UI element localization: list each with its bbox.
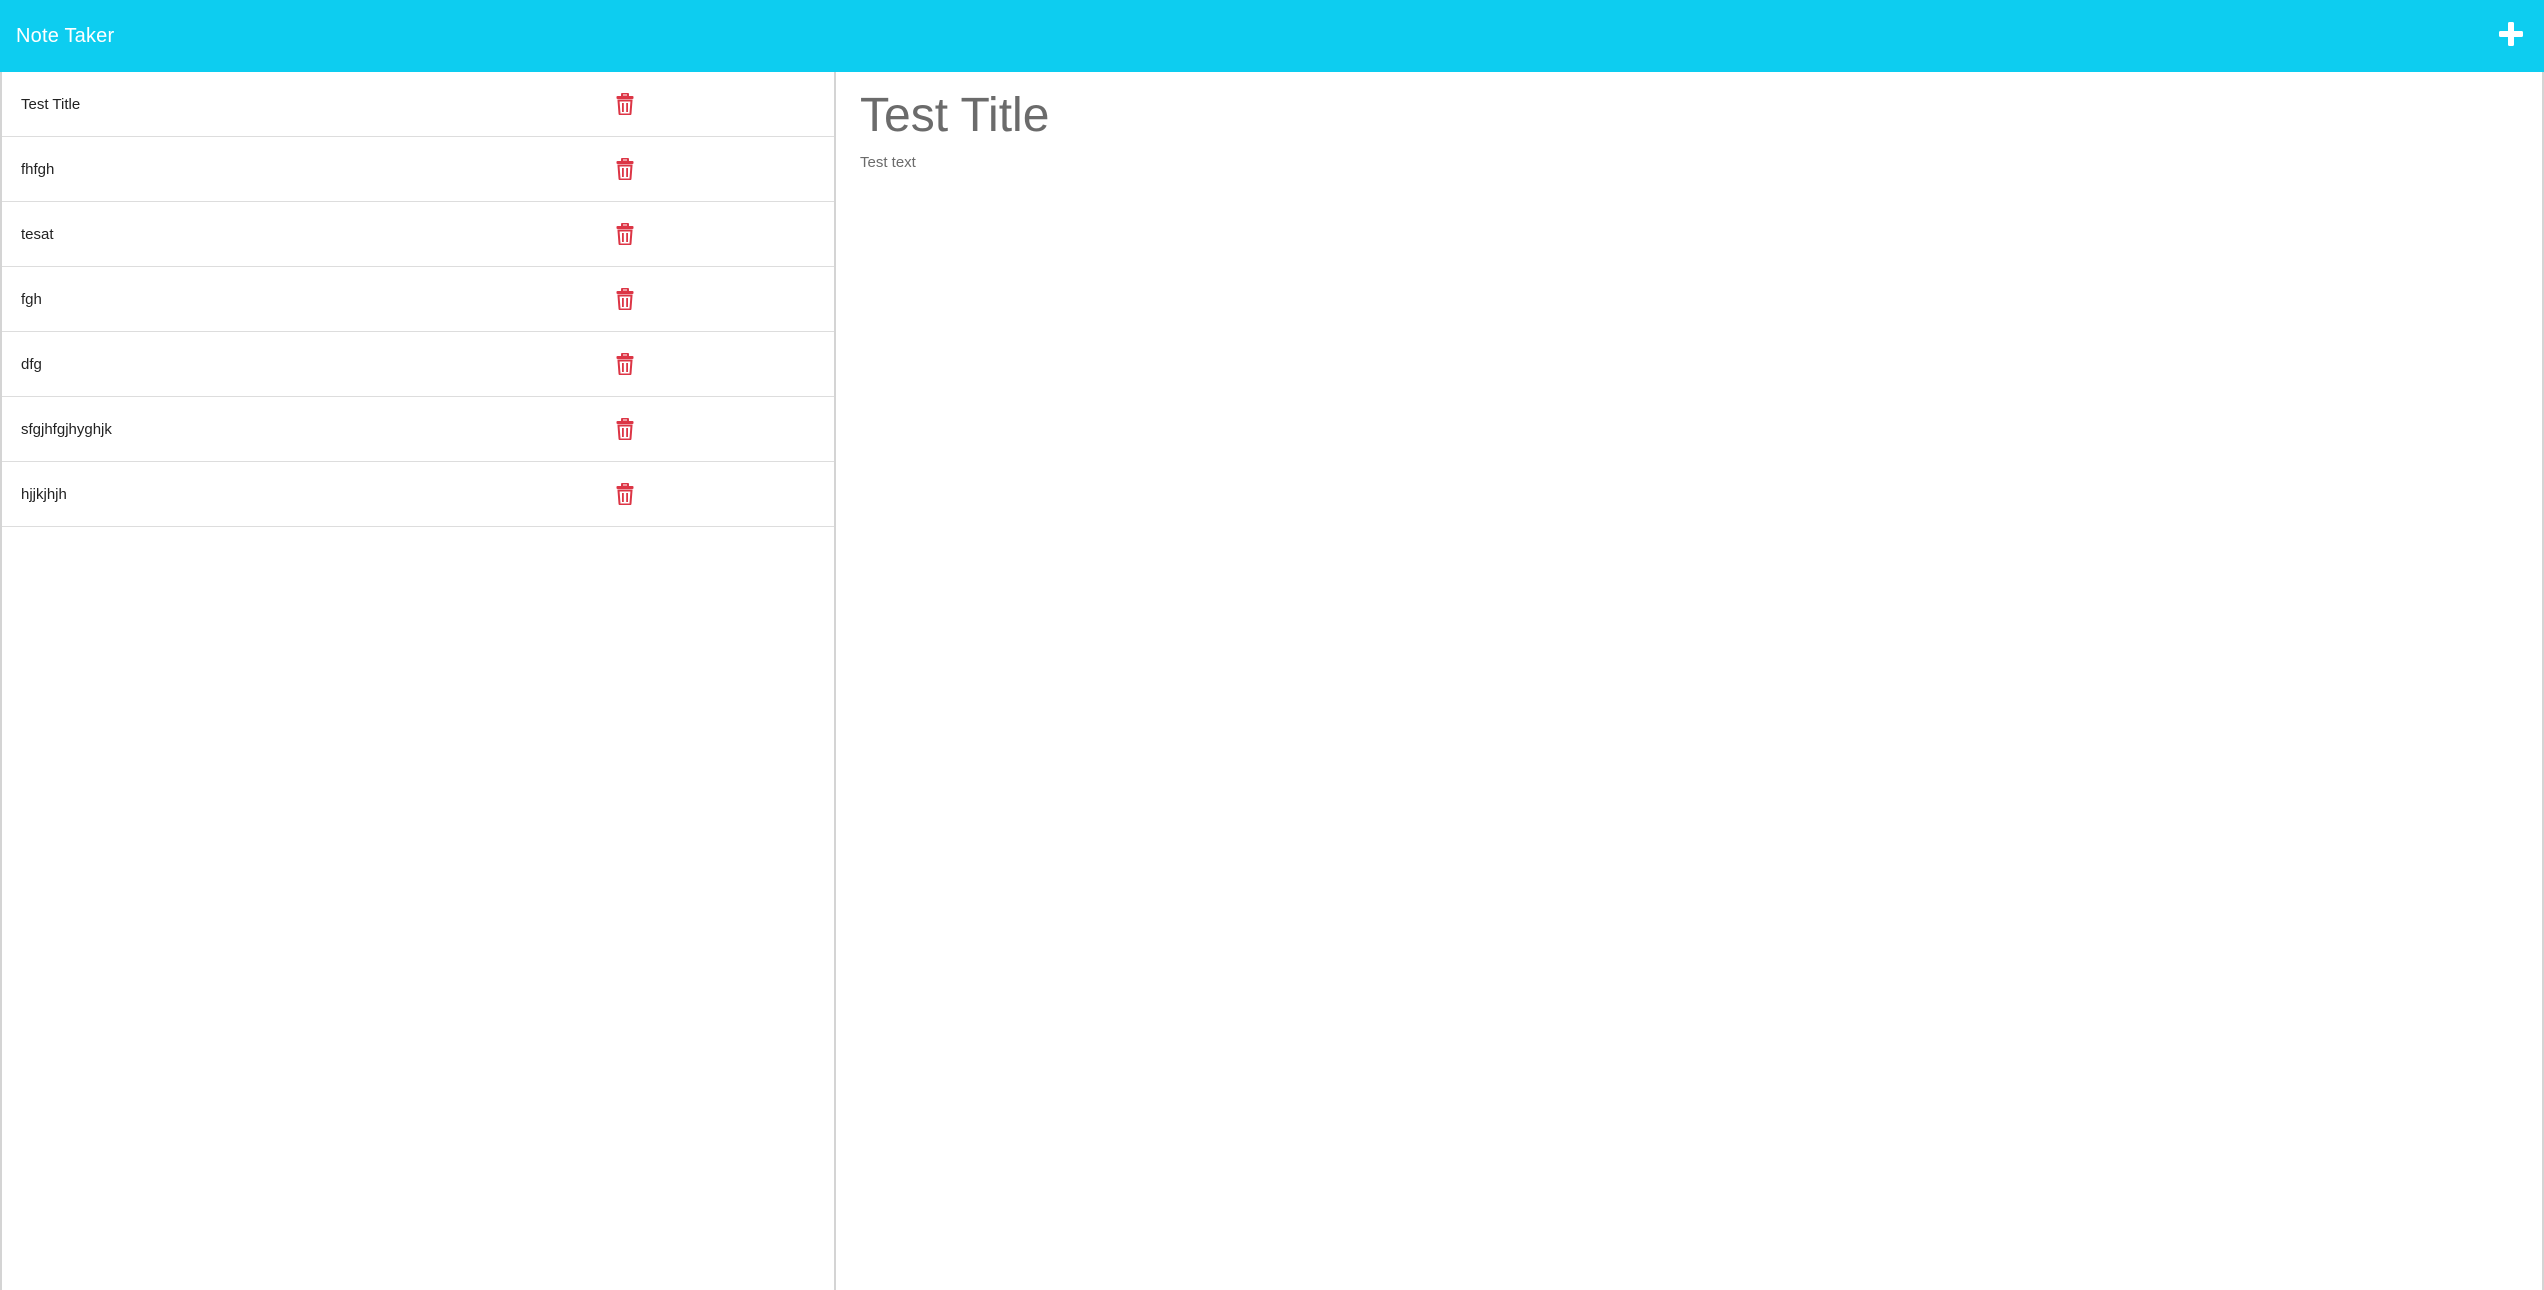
note-title: sfgjhfgjhyghjk [21, 420, 112, 438]
trash-icon[interactable] [616, 417, 634, 441]
list-item[interactable]: tesat [2, 202, 834, 267]
list-item[interactable]: hjjkjhjh [2, 462, 834, 527]
note-list-panel: Test Title fhfgh tesat fgh dfg sfgjhfgjh… [0, 72, 836, 1290]
brand-title: Note Taker [16, 24, 115, 47]
navbar: Note Taker [0, 0, 2544, 72]
trash-icon[interactable] [616, 92, 634, 116]
note-text-input[interactable]: Test text [860, 152, 2460, 552]
trash-icon[interactable] [616, 352, 634, 376]
list-item[interactable]: fhfgh [2, 137, 834, 202]
list-item[interactable]: Test Title [2, 72, 834, 137]
trash-icon[interactable] [616, 482, 634, 506]
list-item[interactable]: sfgjhfgjhyghjk [2, 397, 834, 462]
note-title: dfg [21, 355, 42, 373]
trash-icon[interactable] [616, 157, 634, 181]
note-title-input[interactable] [860, 82, 2060, 148]
note-title: tesat [21, 225, 54, 243]
list-item[interactable]: dfg [2, 332, 834, 397]
trash-icon[interactable] [616, 287, 634, 311]
note-list: Test Title fhfgh tesat fgh dfg sfgjhfgjh… [2, 72, 834, 527]
note-title: hjjkjhjh [21, 485, 67, 503]
note-title: fgh [21, 290, 42, 308]
trash-icon[interactable] [616, 222, 634, 246]
list-item[interactable]: fgh [2, 267, 834, 332]
note-editor: Test text [836, 72, 2544, 1290]
note-title: fhfgh [21, 160, 55, 178]
plus-icon [2499, 22, 2523, 46]
note-title: Test Title [21, 95, 81, 113]
new-note-button[interactable] [2496, 19, 2526, 49]
